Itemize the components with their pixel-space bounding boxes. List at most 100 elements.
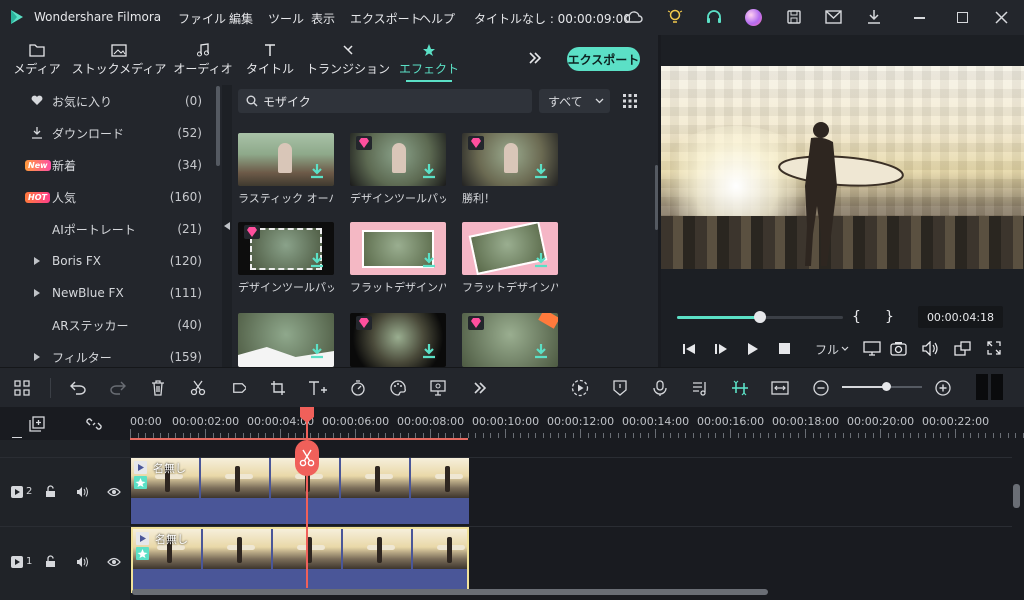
download-icon[interactable] — [534, 163, 548, 179]
tab-media[interactable]: メディア — [13, 35, 61, 85]
snapshot-icon[interactable] — [890, 341, 907, 356]
grid-view-icon[interactable] — [623, 94, 637, 108]
lock-icon[interactable] — [45, 555, 56, 568]
expand-arrow-icon[interactable] — [34, 289, 40, 297]
speaker-icon[interactable] — [76, 556, 89, 568]
fullscreen-icon[interactable] — [987, 341, 1001, 355]
download-icon[interactable] — [534, 252, 548, 268]
redo-icon[interactable] — [108, 378, 128, 398]
collapse-tracks-icon[interactable] — [12, 437, 22, 438]
save-icon[interactable] — [786, 9, 802, 25]
tab-transitions[interactable]: トランジション — [306, 35, 390, 85]
effect-thumbnail[interactable] — [462, 222, 558, 275]
more-tools-icon[interactable] — [470, 378, 490, 398]
menu-edit[interactable]: 編集 — [229, 10, 253, 27]
download-icon[interactable] — [534, 343, 548, 359]
playback-progress-track[interactable] — [677, 311, 843, 323]
green-screen-icon[interactable] — [428, 378, 448, 398]
add-track-icon[interactable] — [29, 416, 45, 432]
eye-icon[interactable] — [107, 487, 121, 497]
search-input[interactable] — [263, 92, 523, 110]
menu-export[interactable]: エクスポート — [350, 10, 422, 27]
playback-scrubber-handle[interactable] — [753, 311, 766, 323]
layout-icon[interactable] — [12, 378, 32, 398]
search-box[interactable] — [238, 89, 532, 113]
tab-titles[interactable]: タイトル — [246, 35, 294, 85]
lock-icon[interactable] — [45, 485, 56, 498]
marker-shield-icon[interactable] — [610, 378, 630, 398]
stop-icon[interactable] — [779, 343, 790, 354]
sidebar-item-popular[interactable]: HOT 人気 (160) — [0, 181, 214, 213]
tab-stock-media[interactable]: ストックメディア — [72, 35, 166, 85]
effect-thumbnail[interactable] — [350, 313, 446, 367]
sidebar-scrollbar[interactable] — [216, 86, 220, 166]
zoom-slider-handle[interactable] — [882, 382, 891, 391]
expand-arrow-icon[interactable] — [34, 353, 40, 361]
effect-thumbnail[interactable] — [350, 222, 446, 275]
video-clip-selected[interactable]: 名無し — [131, 527, 469, 593]
tab-audio[interactable]: オーディオ — [173, 35, 233, 85]
effect-thumbnail[interactable] — [238, 133, 334, 186]
sidebar-item-downloads[interactable]: ダウンロード (52) — [0, 117, 214, 149]
effect-thumbnail[interactable] — [462, 133, 558, 186]
tag-icon[interactable] — [228, 378, 248, 398]
mark-in-button[interactable]: { — [852, 309, 861, 325]
sort-dropdown[interactable]: すべて — [539, 89, 610, 113]
download-icon[interactable] — [310, 343, 324, 359]
sidebar-item-favorites[interactable]: お気に入り (0) — [0, 85, 214, 117]
menu-tools[interactable]: ツール — [268, 10, 304, 27]
quality-dropdown[interactable]: フル — [807, 340, 851, 358]
sidebar-item-ar-stickers[interactable]: ARステッカー (40) — [0, 309, 214, 341]
tab-effects[interactable]: エフェクト — [399, 35, 459, 85]
download-icon[interactable] — [866, 9, 882, 25]
close-button[interactable] — [995, 11, 1008, 24]
sidebar-item-filters[interactable]: フィルター (159) — [0, 341, 214, 367]
download-icon[interactable] — [310, 163, 324, 179]
menu-file[interactable]: ファイル — [178, 10, 226, 27]
grid-scrollbar[interactable] — [655, 165, 658, 230]
headset-icon[interactable] — [705, 9, 723, 25]
menu-view[interactable]: 表示 — [311, 10, 335, 27]
link-icon[interactable] — [86, 416, 102, 432]
step-back-icon[interactable] — [682, 343, 696, 355]
sidebar-item-boris-fx[interactable]: Boris FX (120) — [0, 245, 214, 277]
expand-arrow-icon[interactable] — [34, 257, 40, 265]
avatar[interactable] — [745, 9, 762, 26]
sidebar-collapse-handle[interactable] — [222, 85, 232, 367]
zoom-out-icon[interactable] — [811, 378, 831, 398]
snap-magnet-icon[interactable] — [730, 378, 750, 398]
work-area-range[interactable] — [130, 438, 468, 440]
maximize-button[interactable] — [957, 12, 968, 23]
color-palette-icon[interactable] — [388, 378, 408, 398]
display-settings-icon[interactable] — [863, 341, 881, 356]
volume-icon[interactable] — [922, 341, 939, 356]
fit-timeline-icon[interactable] — [770, 378, 790, 398]
timeline-vertical-scrollbar[interactable] — [1013, 484, 1020, 508]
speed-icon[interactable] — [348, 378, 368, 398]
zoom-in-icon[interactable] — [933, 378, 953, 398]
more-tabs-icon[interactable] — [528, 51, 542, 65]
sidebar-item-new[interactable]: New 新着 (34) — [0, 149, 214, 181]
cloud-icon[interactable] — [625, 9, 643, 25]
mail-icon[interactable] — [825, 10, 842, 24]
download-icon[interactable] — [422, 163, 436, 179]
split-scissors-button[interactable] — [295, 440, 319, 476]
undo-icon[interactable] — [68, 378, 88, 398]
sidebar-item-newblue-fx[interactable]: NewBlue FX (111) — [0, 277, 214, 309]
download-icon[interactable] — [422, 252, 436, 268]
menu-help[interactable]: ヘルプ — [419, 10, 455, 27]
sidebar-item-ai-portrait[interactable]: AIポートレート (21) — [0, 213, 214, 245]
delete-icon[interactable] — [148, 378, 168, 398]
export-button[interactable]: エクスポート — [567, 47, 640, 71]
effect-thumbnail[interactable] — [238, 313, 334, 367]
picture-in-picture-icon[interactable] — [954, 341, 971, 356]
cut-scissors-icon[interactable] — [188, 378, 208, 398]
mark-out-button[interactable]: } — [885, 309, 894, 325]
eye-icon[interactable] — [107, 557, 121, 567]
render-preview-icon[interactable] — [570, 378, 590, 398]
effect-thumbnail[interactable] — [462, 313, 558, 367]
effect-thumbnail[interactable] — [350, 133, 446, 186]
preview-video[interactable] — [661, 66, 1024, 269]
zoom-slider-track[interactable] — [842, 382, 922, 391]
timeline-horizontal-scrollbar[interactable] — [132, 589, 768, 595]
